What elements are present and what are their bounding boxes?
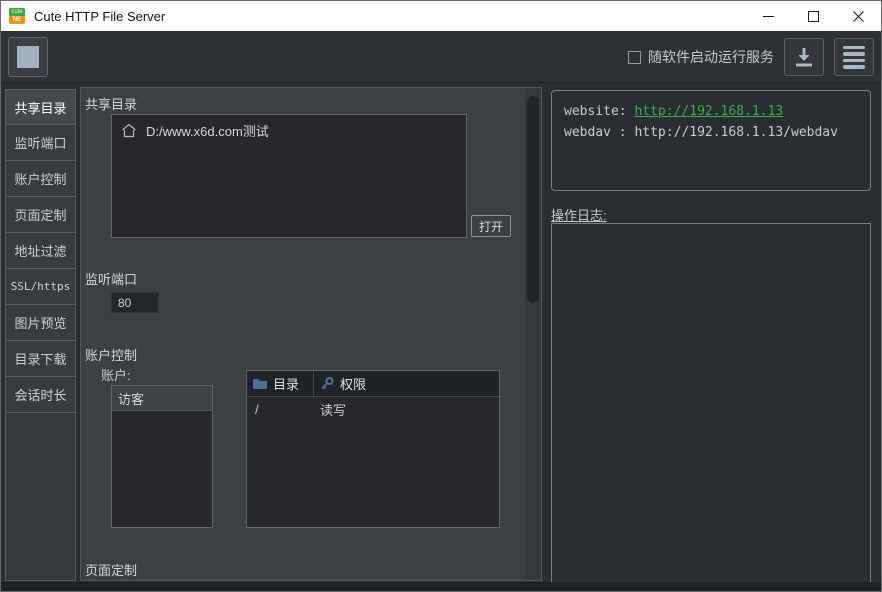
permission-table-row[interactable]: / 读写 [247, 397, 499, 421]
menu-icon [843, 46, 865, 69]
operation-log-box [551, 223, 871, 584]
settings-panel: 共享目录 D:/www.x6d.com测试 打开 监听端口 账户控制 账户: 访… [80, 87, 542, 581]
webdav-url: http://192.168.1.13/webdav [634, 125, 838, 140]
perm-column-header[interactable]: 权限 [314, 371, 499, 396]
close-button[interactable] [836, 1, 881, 31]
caption-buttons [746, 1, 881, 31]
stop-icon [17, 46, 39, 68]
listen-port-section-label: 监听端口 [85, 269, 137, 288]
key-icon [319, 376, 335, 391]
maximize-icon [808, 11, 819, 22]
share-directory-item[interactable]: D:/www.x6d.com测试 [112, 115, 466, 146]
tab-listen-port[interactable]: 监听端口 [5, 125, 76, 161]
page-custom-section-label: 页面定制 [85, 560, 137, 579]
toolbar: 随软件启动运行服务 [1, 31, 881, 83]
scrollbar-thumb[interactable] [527, 96, 539, 303]
maximize-button[interactable] [791, 1, 836, 31]
window-title: Cute HTTP File Server [34, 9, 165, 24]
tab-address-filter[interactable]: 地址过滤 [5, 233, 76, 269]
download-icon [792, 46, 816, 68]
home-icon [121, 123, 137, 138]
tab-ssl-https[interactable]: SSL/https [5, 269, 76, 305]
autostart-label: 随软件启动运行服务 [648, 47, 774, 67]
dir-column-header[interactable]: 目录 [247, 371, 314, 396]
website-line: website: http://192.168.1.13 [564, 101, 858, 122]
webdav-line: webdav : http://192.168.1.13/webdav [564, 122, 858, 143]
tab-page-custom[interactable]: 页面定制 [5, 197, 76, 233]
account-label: 账户: [101, 365, 131, 384]
perm-cell: 读写 [314, 400, 499, 419]
title-bar: cute NE Cute HTTP File Server [1, 1, 881, 31]
stop-service-button[interactable] [8, 37, 48, 77]
port-input[interactable] [111, 292, 159, 313]
dir-cell: / [247, 402, 314, 417]
download-button[interactable] [784, 38, 824, 76]
account-control-section-label: 账户控制 [85, 345, 137, 364]
tab-share-directory[interactable]: 共享目录 [5, 89, 76, 125]
share-directory-section-label: 共享目录 [85, 94, 137, 113]
server-info-box: website: http://192.168.1.13 webdav : ht… [551, 90, 871, 191]
open-button[interactable]: 打开 [471, 215, 511, 237]
operation-log-label: 操作日志: [551, 205, 607, 224]
app-icon: cute NE [9, 8, 25, 24]
webdav-label: webdav : [564, 125, 627, 140]
tab-account-control[interactable]: 账户控制 [5, 161, 76, 197]
main-scrollbar[interactable] [525, 88, 541, 580]
permission-table: 目录 权限 / 读写 [246, 370, 500, 528]
website-label: website: [564, 104, 627, 119]
window-bottom-edge [1, 582, 881, 591]
close-icon [853, 11, 864, 22]
permission-table-header: 目录 权限 [247, 371, 499, 397]
sidebar-empty-area [5, 413, 76, 581]
account-list-item[interactable]: 访客 [112, 386, 212, 411]
tab-image-preview[interactable]: 图片预览 [5, 305, 76, 341]
menu-button[interactable] [834, 38, 874, 76]
folder-icon [252, 377, 268, 390]
minimize-button[interactable] [746, 1, 791, 31]
minimize-icon [763, 11, 774, 22]
app-window: cute NE Cute HTTP File Server 随软件启动运行服务 [0, 0, 882, 592]
share-directory-path: D:/www.x6d.com测试 [146, 121, 269, 140]
share-directory-list[interactable]: D:/www.x6d.com测试 [111, 114, 467, 238]
sidebar-tabs: 共享目录 监听端口 账户控制 页面定制 地址过滤 SSL/https 图片预览 … [5, 89, 76, 581]
autostart-checkbox[interactable] [628, 51, 641, 64]
account-list[interactable]: 访客 [111, 385, 213, 528]
tab-directory-download[interactable]: 目录下载 [5, 341, 76, 377]
autostart-option[interactable]: 随软件启动运行服务 [628, 47, 774, 67]
tab-session-duration[interactable]: 会话时长 [5, 377, 76, 413]
website-link[interactable]: http://192.168.1.13 [634, 104, 783, 119]
